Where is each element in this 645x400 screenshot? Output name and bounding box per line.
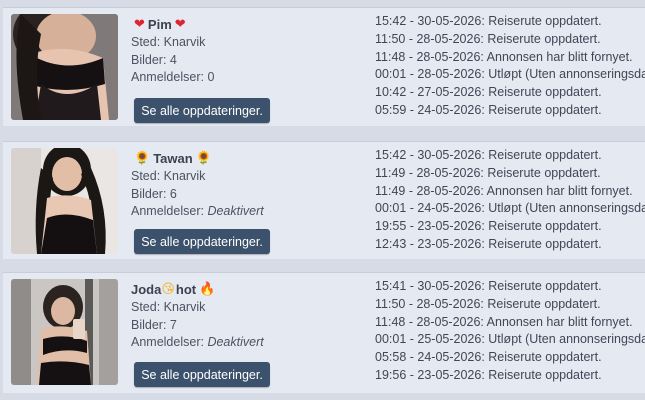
update-entry: 00:01 - 25-05-2026: Utløpt (Uten annonse… — [375, 332, 645, 347]
profile-photo-image — [11, 14, 118, 120]
update-entry: 15:42 - 30-05-2026: Reiserute oppdatert. — [375, 148, 602, 162]
sunflower-icon: 🌻 — [134, 150, 151, 166]
listing-place: Sted: Knarvik — [131, 35, 206, 49]
update-log: 15:42 - 30-05-2026: Reiserute oppdatert.… — [375, 147, 645, 254]
reviews-label: Anmeldelser: — [131, 335, 208, 349]
listing-name-text[interactable]: Joda — [131, 282, 161, 297]
update-entry: 11:49 - 28-05-2026: Annonsen har blitt f… — [375, 183, 633, 198]
listing-reviews: Anmeldelser: 0 — [131, 69, 351, 87]
update-log: 15:42 - 30-05-2026: Reiserute oppdatert.… — [375, 13, 645, 120]
update-entry: 15:41 - 30-05-2026: Reiserute oppdatert. — [375, 279, 602, 293]
reviews-label: Anmeldelser: — [131, 204, 208, 218]
reviews-label: Anmeldelser: — [131, 70, 208, 84]
listing-feed: ❤ Pim ❤ Sted: Knarvik Bilder: 4 Anmeldel… — [0, 0, 645, 400]
listing-name[interactable]: Joda 😘 hot 🔥 — [131, 279, 351, 299]
see-all-updates-button[interactable]: Se alle oppdateringer. — [134, 229, 270, 254]
update-entry: 19:56 - 23-05-2026: Reiserute oppdatert. — [375, 367, 602, 382]
listing-card: ❤ Pim ❤ Sted: Knarvik Bilder: 4 Anmeldel… — [3, 7, 645, 126]
update-entry: 19:55 - 23-05-2026: Reiserute oppdatert. — [375, 219, 602, 234]
listing-picture-count: Bilder: 4 — [131, 52, 177, 67]
reviews-value: Deaktivert — [207, 335, 264, 349]
update-entry: 11:49 - 28-05-2026: Reiserute oppdatert. — [375, 165, 601, 180]
update-entry: 15:42 - 30-05-2026: Reiserute oppdatert. — [375, 14, 602, 28]
profile-photo-image — [11, 148, 118, 254]
listing-picture-count: Bilder: 7 — [131, 317, 177, 332]
update-entry: 00:01 - 24-05-2026: Utløpt (Uten annonse… — [375, 201, 645, 216]
listing-picture-count: Bilder: 6 — [131, 186, 177, 201]
see-all-updates-button[interactable]: Se alle oppdateringer. — [134, 362, 270, 387]
update-entry: 11:50 - 28-05-2026: Reiserute oppdatert. — [375, 31, 601, 46]
listing-name-text[interactable]: Tawan — [153, 151, 193, 166]
listing-name[interactable]: 🌻 Tawan 🌻 — [131, 148, 351, 168]
listing-card: Joda 😘 hot 🔥 Sted: Knarvik Bilder: 7 Anm… — [3, 272, 645, 393]
see-all-updates-button[interactable]: Se alle oppdateringer. — [134, 98, 270, 123]
update-entry: 00:01 - 28-05-2026: Utløpt (Uten annonse… — [375, 67, 645, 82]
profile-photo[interactable] — [11, 279, 118, 385]
profile-photo[interactable] — [11, 148, 118, 254]
update-entry: 05:59 - 24-05-2026: Reiserute oppdatert. — [375, 102, 602, 117]
update-log: 15:41 - 30-05-2026: Reiserute oppdatert.… — [375, 278, 645, 385]
listing-card: 🌻 Tawan 🌻 Sted: Knarvik Bilder: 6 Anmeld… — [3, 141, 645, 259]
red-heart-icon: ❤ — [174, 16, 186, 32]
sunflower-icon: 🌻 — [195, 150, 212, 166]
listing-reviews: Anmeldelser: Deaktivert — [131, 203, 351, 221]
update-entry: 12:43 - 23-05-2026: Reiserute oppdatert. — [375, 236, 602, 251]
listing-name-text[interactable]: Pim — [148, 17, 172, 32]
listing-place: Sted: Knarvik — [131, 169, 206, 183]
update-entry: 05:58 - 24-05-2026: Reiserute oppdatert. — [375, 350, 602, 365]
update-entry: 11:48 - 28-05-2026: Annonsen har blitt f… — [375, 49, 633, 64]
listing-name-text-suffix[interactable]: hot — [176, 282, 196, 297]
profile-photo[interactable] — [11, 14, 118, 120]
update-entry: 11:48 - 28-05-2026: Annonsen har blitt f… — [375, 314, 633, 329]
listing-info: ❤ Pim ❤ Sted: Knarvik Bilder: 4 Anmeldel… — [131, 14, 351, 87]
kissing-face-icon: 😘 — [161, 281, 175, 297]
profile-photo-image — [11, 279, 118, 385]
reviews-value: 0 — [207, 70, 215, 84]
listing-reviews: Anmeldelser: Deaktivert — [131, 334, 351, 352]
red-heart-icon: ❤ — [134, 16, 145, 32]
listing-name[interactable]: ❤ Pim ❤ — [131, 14, 351, 34]
listing-info: Joda 😘 hot 🔥 Sted: Knarvik Bilder: 7 Anm… — [131, 279, 351, 352]
fire-icon: 🔥 — [199, 281, 216, 297]
update-entry: 10:42 - 27-05-2026: Reiserute oppdatert. — [375, 85, 602, 100]
update-entry: 11:50 - 28-05-2026: Reiserute oppdatert. — [375, 296, 601, 311]
listing-info: 🌻 Tawan 🌻 Sted: Knarvik Bilder: 6 Anmeld… — [131, 148, 351, 221]
listing-place: Sted: Knarvik — [131, 300, 206, 314]
reviews-value: Deaktivert — [207, 204, 264, 218]
